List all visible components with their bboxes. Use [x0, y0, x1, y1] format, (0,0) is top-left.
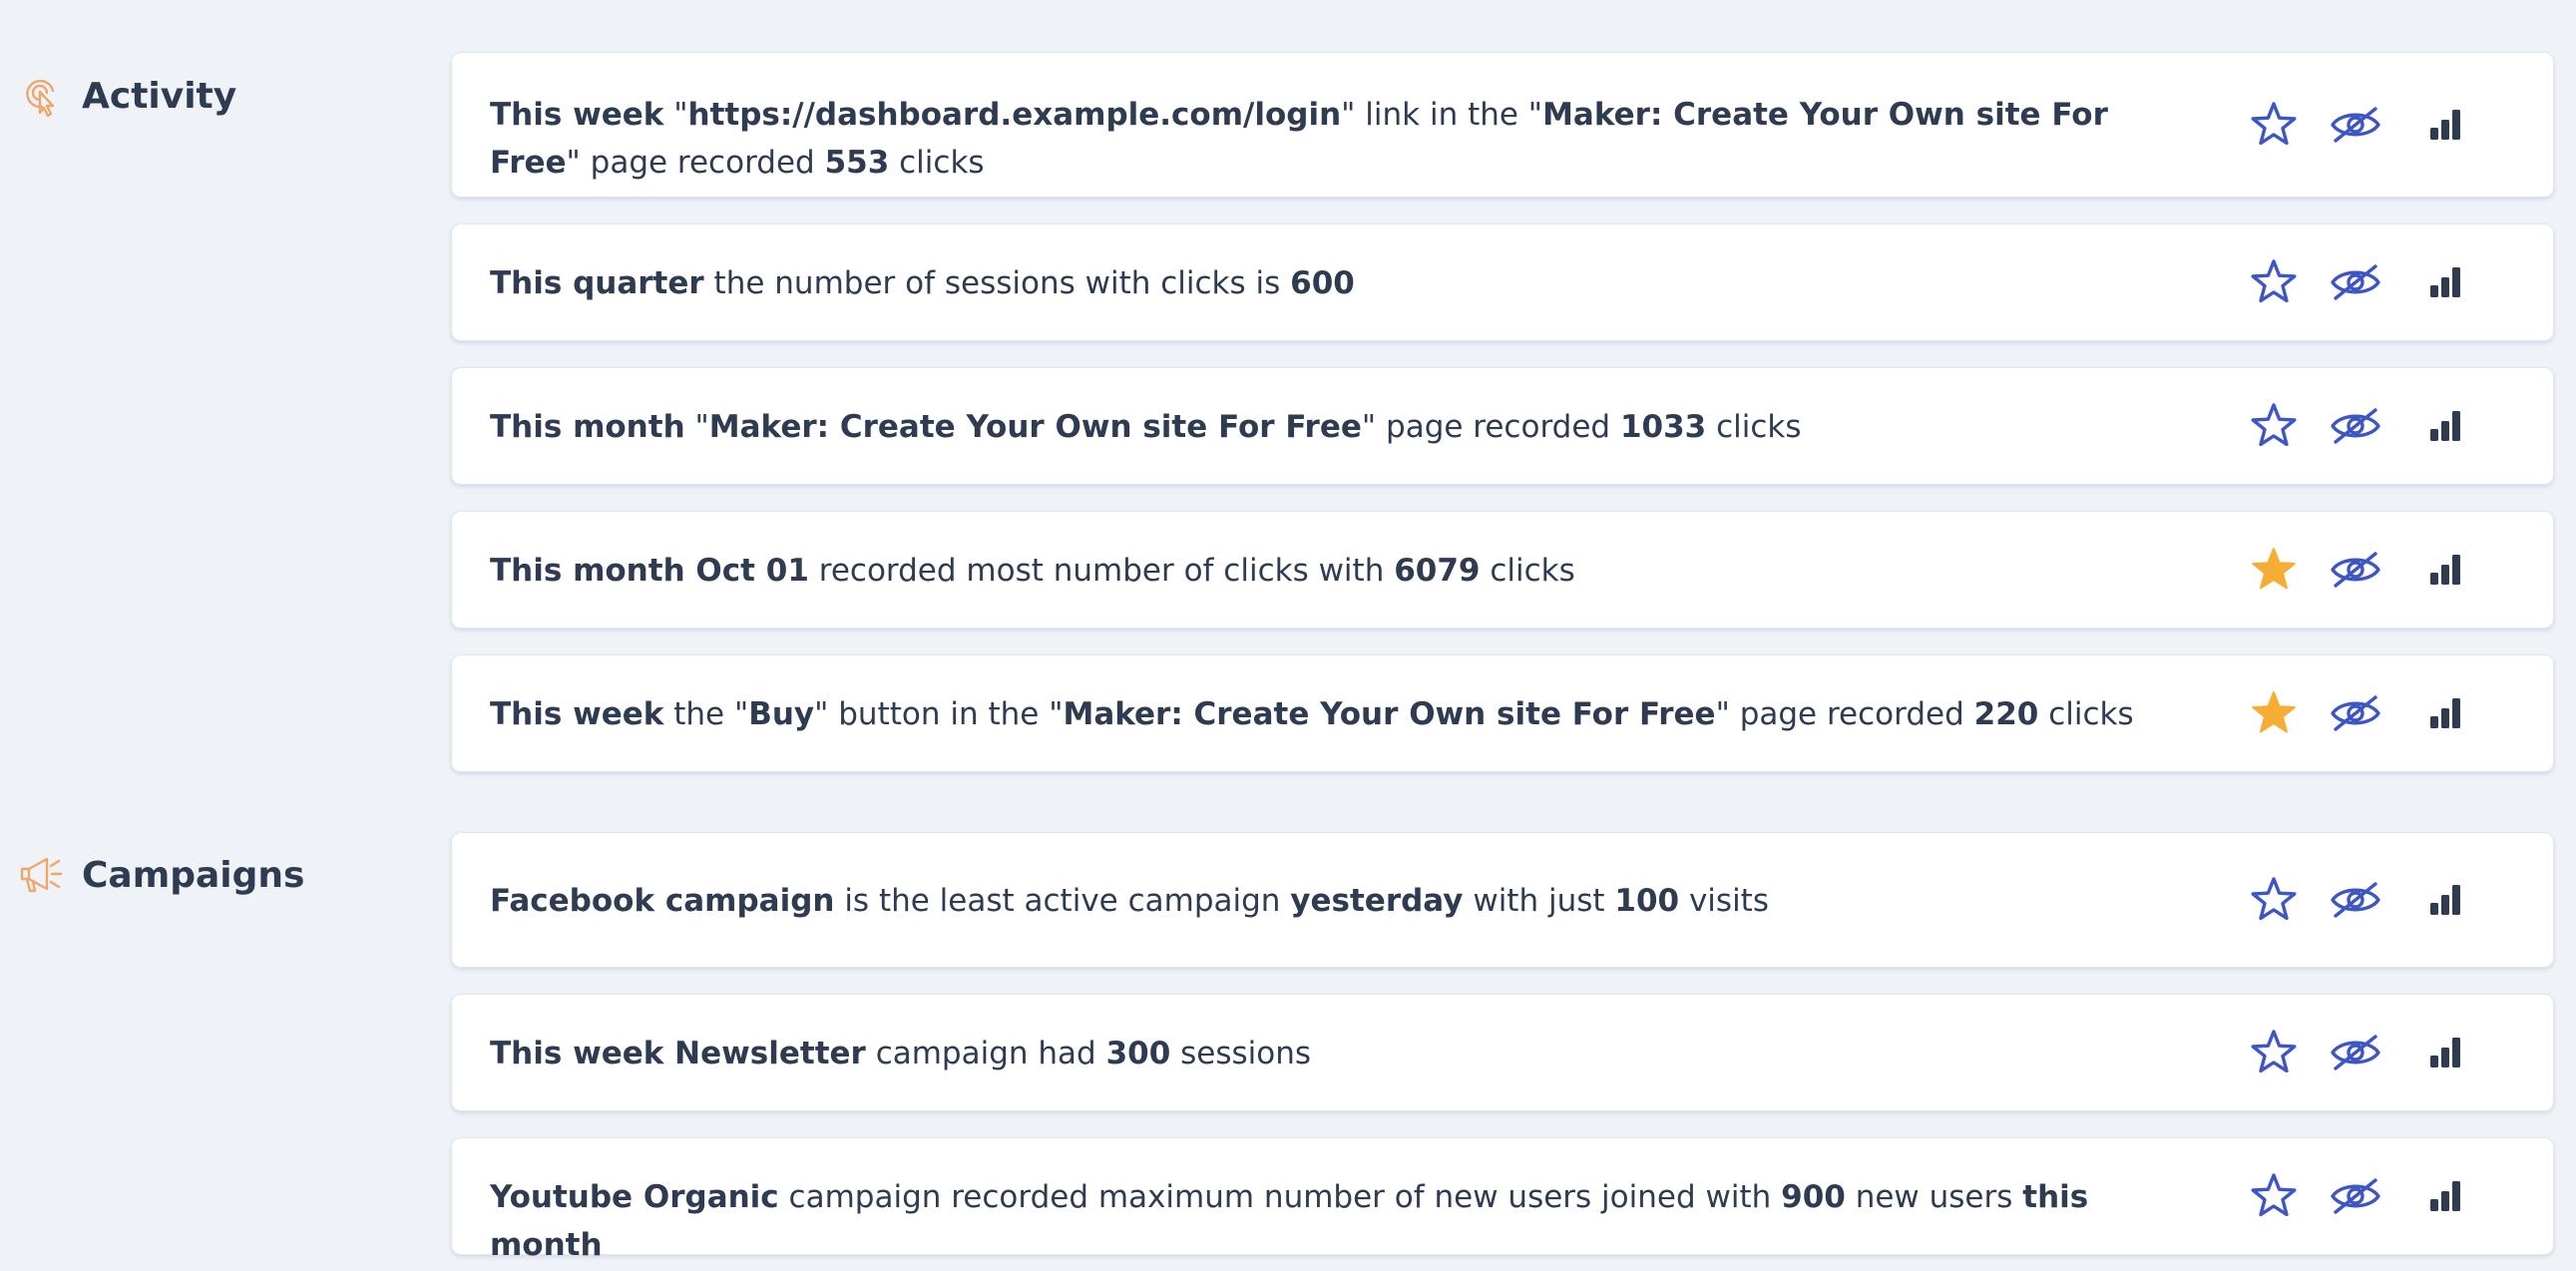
insight-highlight: 300 [1105, 1036, 1171, 1071]
bar-chart-icon[interactable] [2419, 1023, 2471, 1082]
insight-card: This week Newsletter campaign had 300 se… [451, 994, 2554, 1111]
star-icon[interactable] [2246, 1023, 2302, 1082]
insight-highlight: 100 [1614, 883, 1680, 919]
insight-fragment: campaign recorded maximum number of new … [778, 1179, 1782, 1215]
section-header-campaigns: Campaigns [18, 851, 304, 899]
insight-fragment: with just [1463, 883, 1615, 919]
bar-chart-icon[interactable] [2419, 870, 2471, 930]
star-filled-icon[interactable] [2246, 683, 2302, 743]
bar-chart-icon[interactable] [2419, 396, 2471, 456]
insight-fragment: the number of sessions with clicks is [703, 265, 1291, 301]
star-icon[interactable] [2246, 95, 2302, 155]
insight-highlight: This week [490, 97, 664, 133]
bar-chart-icon[interactable] [2419, 95, 2471, 155]
insight-fragment: " [663, 97, 688, 133]
insight-card: This month "Maker: Create Your Own site … [451, 367, 2554, 485]
section-title: Activity [82, 75, 237, 117]
insight-highlight: Facebook campaign [490, 883, 835, 919]
insight-fragment: recorded most number of clicks with [808, 553, 1395, 589]
insight-fragment: clicks [1706, 409, 1802, 445]
hide-eye-icon[interactable] [2326, 252, 2385, 312]
insight-highlight: This quarter [490, 265, 704, 301]
insight-card: Youtube Organic campaign recorded maximu… [451, 1137, 2554, 1263]
insight-highlight: Maker: Create Your Own site For Free [708, 409, 1362, 445]
insight-fragment: " page recorded [566, 145, 825, 181]
insight-fragment: clicks [2038, 696, 2134, 732]
hide-eye-icon[interactable] [2326, 1166, 2385, 1226]
touch-click-icon [18, 72, 66, 120]
insight-fragment: visits [1679, 883, 1769, 919]
bar-chart-icon[interactable] [2419, 252, 2471, 312]
insight-fragment: " link in the " [1341, 97, 1543, 133]
insight-text: This week Newsletter campaign had 300 se… [490, 1030, 2206, 1077]
hide-eye-icon[interactable] [2326, 683, 2385, 743]
insight-highlight: 600 [1290, 265, 1355, 301]
insight-highlight: yesterday [1290, 883, 1464, 919]
insight-highlight: https://dashboard.example.com/login [687, 97, 1342, 133]
insight-highlight: Buy [748, 696, 815, 732]
insight-text: This month "Maker: Create Your Own site … [490, 403, 2206, 451]
insight-highlight: 553 [824, 145, 890, 181]
insight-card: This quarter the number of sessions with… [451, 223, 2554, 341]
insight-fragment: " [684, 409, 709, 445]
insight-card: Facebook campaign is the least active ca… [451, 832, 2554, 968]
star-icon[interactable] [2246, 252, 2302, 312]
insight-highlight: 1033 [1619, 409, 1707, 445]
insight-fragment: new users [1845, 1179, 2023, 1215]
star-icon[interactable] [2246, 870, 2302, 930]
insight-fragment: sessions [1170, 1036, 1312, 1071]
insight-text: This week the "Buy" button in the "Maker… [490, 690, 2206, 738]
section-header-activity: Activity [18, 72, 236, 120]
bar-chart-icon[interactable] [2419, 540, 2471, 600]
insight-text: This week "https://dashboard.example.com… [490, 91, 2206, 187]
star-icon[interactable] [2246, 1166, 2302, 1226]
insight-highlight: 900 [1781, 1179, 1846, 1215]
insight-highlight: Maker: Create Your Own site For Free [1063, 696, 1716, 732]
bar-chart-icon[interactable] [2419, 683, 2471, 743]
insight-fragment: the " [663, 696, 749, 732]
insight-fragment: is the least active campaign [834, 883, 1291, 919]
insight-highlight: This week [490, 696, 664, 732]
insight-text: This month Oct 01 recorded most number o… [490, 547, 2206, 595]
insight-text: Youtube Organic campaign recorded maximu… [490, 1173, 2206, 1269]
star-filled-icon[interactable] [2246, 540, 2302, 600]
insight-card: This week "https://dashboard.example.com… [451, 52, 2554, 198]
insight-fragment: " page recorded [1715, 696, 1974, 732]
megaphone-icon [18, 851, 66, 899]
insight-text: Facebook campaign is the least active ca… [490, 877, 2206, 925]
insight-fragment: clicks [889, 145, 985, 181]
insight-fragment: " page recorded [1361, 409, 1620, 445]
insight-highlight: 6079 [1394, 553, 1481, 589]
insight-highlight: This month [490, 409, 685, 445]
insight-highlight: This month Oct 01 [490, 553, 809, 589]
insight-card: This month Oct 01 recorded most number o… [451, 511, 2554, 629]
hide-eye-icon[interactable] [2326, 870, 2385, 930]
hide-eye-icon[interactable] [2326, 95, 2385, 155]
star-icon[interactable] [2246, 396, 2302, 456]
insight-card: This week the "Buy" button in the "Maker… [451, 654, 2554, 772]
insight-fragment: clicks [1480, 553, 1575, 589]
insight-fragment: " button in the " [814, 696, 1064, 732]
section-title: Campaigns [82, 854, 305, 896]
insight-highlight: 220 [1973, 696, 2039, 732]
hide-eye-icon[interactable] [2326, 540, 2385, 600]
insight-highlight: Youtube Organic [490, 1179, 779, 1215]
hide-eye-icon[interactable] [2326, 1023, 2385, 1082]
insight-text: This quarter the number of sessions with… [490, 259, 2206, 307]
hide-eye-icon[interactable] [2326, 396, 2385, 456]
bar-chart-icon[interactable] [2419, 1166, 2471, 1226]
insight-highlight: This week Newsletter [490, 1036, 866, 1071]
insight-fragment: campaign had [865, 1036, 1106, 1071]
